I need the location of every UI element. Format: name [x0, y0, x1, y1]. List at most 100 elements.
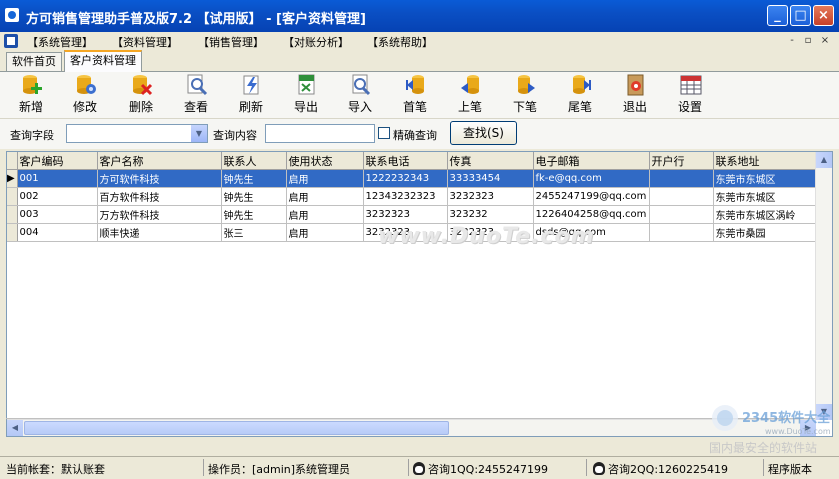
table-cell[interactable]	[649, 205, 714, 224]
prev-record-button[interactable]: 上笔	[448, 74, 492, 116]
first-record-button[interactable]: 首笔	[393, 74, 437, 116]
table-cell[interactable]	[649, 187, 714, 206]
scroll-up-icon[interactable]: ▲	[816, 152, 832, 168]
row-indicator	[7, 223, 18, 242]
table-cell[interactable]: 东莞市东城区	[713, 187, 817, 206]
import-button[interactable]: 导入	[338, 74, 382, 116]
logo-url: www.DuoTe.com	[765, 427, 831, 436]
mdi-restore-button[interactable]: ▫	[801, 34, 815, 47]
chevron-down-icon[interactable]: ▼	[191, 125, 207, 142]
table-cell[interactable]: 百方软件科技	[97, 187, 222, 206]
exit-label: 退出	[622, 100, 647, 114]
table-cell[interactable]: 001	[17, 169, 98, 188]
last-record-button[interactable]: 尾笔	[558, 74, 602, 116]
table-cell[interactable]: 东莞市东城区涡岭	[713, 205, 817, 224]
table-cell[interactable]	[649, 223, 714, 242]
table-cell[interactable]: fk-e@qq.com	[533, 169, 650, 188]
table-cell[interactable]: 东莞市东城区	[713, 169, 817, 188]
table-cell[interactable]: 2455247199@qq.com	[533, 187, 650, 206]
qq2-text: 咨询2QQ:1260225419	[608, 463, 729, 476]
table-cell[interactable]: 1226404258@qq.com	[533, 205, 650, 224]
table-cell[interactable]: 张三	[221, 223, 287, 242]
column-header[interactable]: 客户名称	[97, 152, 222, 170]
menu-sales[interactable]: 【销售管理】	[198, 34, 264, 50]
view-icon	[186, 74, 208, 96]
table-cell[interactable]: 钟先生	[221, 169, 287, 188]
table-cell[interactable]: 33333454	[447, 169, 534, 188]
refresh-button[interactable]: 刷新	[229, 74, 273, 116]
minimize-button[interactable]: _	[767, 5, 788, 26]
table-cell[interactable]: 12343232323	[363, 187, 448, 206]
mdi-close-button[interactable]: ×	[818, 34, 832, 47]
prev-record-label: 上笔	[457, 100, 482, 114]
mdi-minimize-button[interactable]: -	[785, 34, 799, 47]
table-row[interactable]: ▶ 001 方可软件科技 钟先生 启用 1222232343 33333454 …	[7, 169, 817, 188]
window-title: 方可销售管理助手普及版7.2 【试用版】 - [客户资料管理]	[26, 12, 366, 27]
table-cell[interactable]: 003	[17, 205, 98, 224]
close-button[interactable]: ×	[813, 5, 834, 26]
exact-query-checkbox[interactable]	[378, 127, 390, 139]
table-cell[interactable]: 启用	[286, 223, 364, 242]
vertical-scrollbar[interactable]: ▲ ▼	[815, 152, 832, 420]
column-header[interactable]: 使用状态	[286, 152, 364, 170]
edit-button[interactable]: 修改	[63, 74, 107, 116]
table-cell[interactable]: 东莞市桑园	[713, 223, 817, 242]
table-cell[interactable]: 004	[17, 223, 98, 242]
status-separator	[203, 459, 204, 476]
delete-button[interactable]: 删除	[119, 74, 163, 116]
query-field-select[interactable]: ▼	[66, 124, 208, 143]
column-header[interactable]: 联系人	[221, 152, 287, 170]
table-cell[interactable]: 启用	[286, 169, 364, 188]
table-cell[interactable]: 323232	[447, 205, 534, 224]
row-indicator	[7, 187, 18, 206]
column-header[interactable]: 客户编码	[17, 152, 98, 170]
exit-icon	[625, 74, 645, 96]
table-cell[interactable]: 启用	[286, 205, 364, 224]
status-qq1[interactable]: 咨询1QQ:2455247199	[413, 461, 548, 477]
add-icon	[21, 74, 42, 96]
column-header[interactable]: 传真	[447, 152, 534, 170]
menu-reconciliation[interactable]: 【对账分析】	[283, 34, 349, 50]
table-cell[interactable]: 钟先生	[221, 187, 287, 206]
table-cell[interactable]: 万方软件科技	[97, 205, 222, 224]
view-button[interactable]: 查看	[174, 74, 218, 116]
table-cell[interactable]: 1222232343	[363, 169, 448, 188]
export-label: 导出	[293, 100, 318, 114]
maximize-button[interactable]: □	[790, 5, 811, 26]
table-cell[interactable]: 顺丰快递	[97, 223, 222, 242]
menu-data[interactable]: 【资料管理】	[112, 34, 178, 50]
table-row[interactable]: 002 百方软件科技 钟先生 启用 12343232323 3232323 24…	[7, 187, 817, 206]
column-header[interactable]: 开户行	[649, 152, 714, 170]
menu-system[interactable]: 【系统管理】	[27, 34, 93, 50]
tab-customer-data[interactable]: 客户资料管理	[64, 50, 142, 73]
search-button[interactable]: 查找(S)	[450, 121, 517, 145]
query-content-input[interactable]	[265, 124, 375, 143]
table-cell[interactable]: 启用	[286, 187, 364, 206]
table-cell[interactable]: 3232323	[363, 205, 448, 224]
table-cell[interactable]: 002	[17, 187, 98, 206]
logo-text: 2345软件大全	[742, 410, 831, 426]
column-header[interactable]: 联系地址	[713, 152, 817, 170]
export-button[interactable]: 导出	[284, 74, 328, 116]
menu-help[interactable]: 【系统帮助】	[367, 34, 433, 50]
app-icon[interactable]	[5, 8, 19, 22]
column-header[interactable]: 联系电话	[363, 152, 448, 170]
table-cell[interactable]: 钟先生	[221, 205, 287, 224]
table-cell[interactable]: 方可软件科技	[97, 169, 222, 188]
status-qq2[interactable]: 咨询2QQ:1260225419	[593, 461, 728, 477]
table-cell[interactable]	[649, 169, 714, 188]
mdi-system-icon[interactable]	[4, 34, 18, 48]
settings-icon	[680, 74, 702, 96]
exit-button[interactable]: 退出	[613, 74, 657, 116]
column-header[interactable]: 电子邮箱	[533, 152, 650, 170]
settings-button[interactable]: 设置	[668, 74, 712, 116]
row-indicator-icon: ▶	[7, 169, 18, 188]
table-cell[interactable]: 3232323	[447, 187, 534, 206]
tab-home[interactable]: 软件首页	[6, 52, 62, 71]
delete-icon	[131, 74, 153, 96]
next-record-button[interactable]: 下笔	[503, 74, 547, 116]
row-indicator-header	[7, 152, 18, 170]
customer-grid[interactable]: 客户编码 客户名称 联系人 使用状态 联系电话 传真 电子邮箱 开户行 联系地址…	[6, 151, 833, 437]
add-button[interactable]: 新增	[9, 74, 53, 116]
table-row[interactable]: 003 万方软件科技 钟先生 启用 3232323 323232 1226404…	[7, 205, 817, 224]
